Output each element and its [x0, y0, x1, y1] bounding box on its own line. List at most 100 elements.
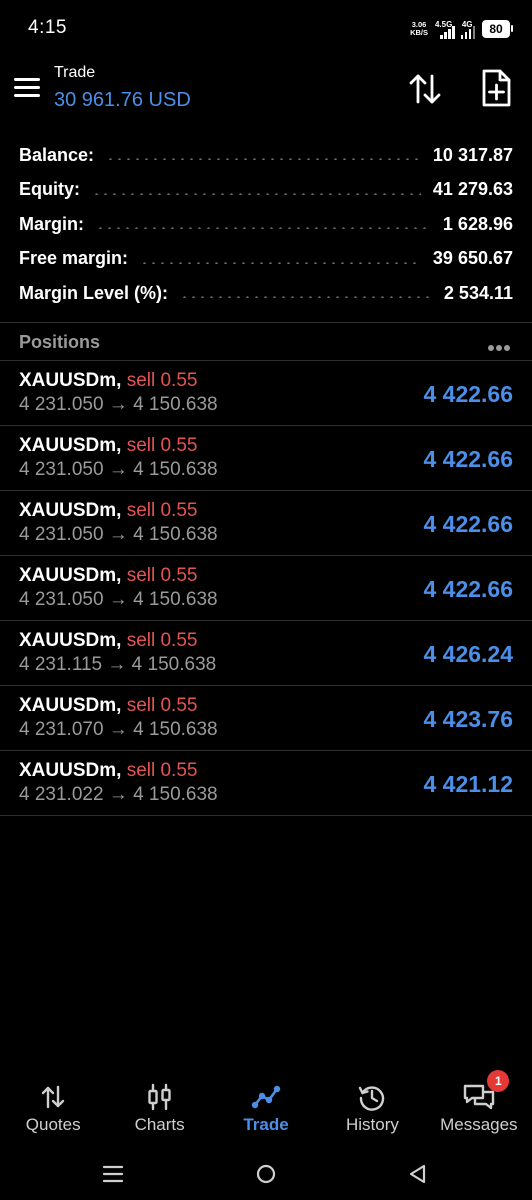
position-prices: 4 231.050 → 4 150.638: [19, 459, 218, 480]
trade-icon: [251, 1085, 281, 1109]
position-row[interactable]: XAUUSDm, sell 0.55 4 231.050 → 4 150.638…: [0, 556, 532, 621]
signal-bars-icon: [440, 25, 455, 39]
position-side: sell 0.55: [126, 500, 198, 521]
status-indicators: 3.06 KB/S 4.5G 4G 80: [410, 18, 513, 40]
position-symbol: XAUUSDm,: [19, 565, 122, 586]
network-speed: 3.06 KB/S: [410, 21, 428, 37]
position-profit: 4 423.76: [423, 706, 513, 732]
history-icon: [359, 1086, 385, 1111]
page-title: Trade: [54, 64, 96, 81]
nav-label: History: [345, 1115, 399, 1134]
leader-dots: [96, 227, 431, 230]
position-symbol: XAUUSDm,: [19, 630, 122, 651]
position-title: XAUUSDm, sell 0.55: [19, 565, 197, 587]
app-bar: Trade 30 961.76 USD: [0, 56, 532, 126]
signal-2: 4G: [460, 19, 475, 39]
sort-icon[interactable]: [406, 70, 444, 108]
positions-header: Positions: [0, 324, 532, 360]
system-nav-bar: [0, 1148, 532, 1200]
summary-label: Margin:: [19, 213, 84, 234]
summary-row-free-margin: Free margin: 39 650.67: [0, 242, 532, 277]
summary-label: Margin Level (%):: [19, 282, 169, 303]
position-prices: 4 231.050 → 4 150.638: [19, 394, 218, 415]
position-profit: 4 422.66: [423, 381, 513, 407]
menu-icon[interactable]: [14, 78, 40, 98]
position-row[interactable]: XAUUSDm, sell 0.55 4 231.050 → 4 150.638…: [0, 426, 532, 491]
position-row[interactable]: XAUUSDm, sell 0.55 4 231.050 → 4 150.638…: [0, 491, 532, 556]
position-row[interactable]: XAUUSDm, sell 0.55 4 231.115 → 4 150.638…: [0, 621, 532, 686]
position-prices: 4 231.050 → 4 150.638: [19, 589, 218, 610]
position-title: XAUUSDm, sell 0.55: [19, 760, 197, 782]
nav-label: Trade: [243, 1115, 289, 1134]
position-side: sell 0.55: [126, 565, 198, 586]
summary-row-margin: Margin: 1 628.96: [0, 207, 532, 242]
more-options-icon[interactable]: [488, 338, 512, 351]
position-prices: 4 231.050 → 4 150.638: [19, 524, 218, 545]
quotes-icon: [42, 1085, 65, 1109]
status-bar: 4:15 3.06 KB/S 4.5G 4G 80: [0, 0, 532, 56]
nav-quotes[interactable]: Quotes: [0, 1070, 106, 1144]
back-icon[interactable]: [405, 1162, 431, 1186]
summary-value: 2 534.11: [443, 282, 513, 303]
position-row[interactable]: XAUUSDm, sell 0.55 4 231.050 → 4 150.638…: [0, 361, 532, 426]
position-symbol: XAUUSDm,: [19, 695, 122, 716]
status-time: 4:15: [28, 17, 67, 38]
nav-messages[interactable]: 1 Messages: [426, 1070, 532, 1144]
home-icon[interactable]: [253, 1162, 279, 1186]
position-row[interactable]: XAUUSDm, sell 0.55 4 231.070 → 4 150.638…: [0, 686, 532, 751]
positions-list: XAUUSDm, sell 0.55 4 231.050 → 4 150.638…: [0, 361, 532, 816]
summary-value: 41 279.63: [432, 179, 513, 200]
nav-label: Messages: [440, 1115, 518, 1134]
account-summary: Balance: 10 317.87 Equity: 41 279.63 Mar…: [0, 138, 532, 311]
position-side: sell 0.55: [126, 435, 198, 456]
nav-history[interactable]: History: [319, 1070, 425, 1144]
bottom-nav: Quotes Charts Trade History 1 Messages: [0, 1070, 532, 1144]
position-title: XAUUSDm, sell 0.55: [19, 630, 197, 652]
summary-label: Equity:: [19, 179, 80, 200]
recent-apps-icon[interactable]: [100, 1162, 126, 1186]
nav-trade[interactable]: Trade: [213, 1070, 319, 1144]
summary-value: 39 650.67: [432, 248, 513, 269]
position-side: sell 0.55: [126, 370, 198, 391]
signal-bars-icon: [460, 25, 475, 39]
account-balance: 30 961.76 USD: [54, 89, 191, 111]
summary-value: 10 317.87: [432, 144, 513, 165]
nav-charts[interactable]: Charts: [106, 1070, 212, 1144]
positions-title: Positions: [19, 332, 101, 352]
battery-level: 80: [489, 22, 503, 36]
position-symbol: XAUUSDm,: [19, 370, 122, 391]
position-title: XAUUSDm, sell 0.55: [19, 695, 197, 717]
network-speed-unit: KB/S: [410, 28, 428, 37]
summary-row-balance: Balance: 10 317.87: [0, 138, 532, 173]
position-symbol: XAUUSDm,: [19, 435, 122, 456]
nav-label: Quotes: [25, 1115, 81, 1134]
position-profit: 4 422.66: [423, 446, 513, 472]
unread-badge: 1: [487, 1070, 510, 1092]
battery-icon: 80: [482, 20, 513, 38]
position-title: XAUUSDm, sell 0.55: [19, 500, 197, 522]
signal-1: 4.5G: [435, 19, 455, 39]
position-prices: 4 231.022 → 4 150.638: [19, 784, 218, 805]
position-profit: 4 422.66: [423, 511, 513, 537]
position-side: sell 0.55: [126, 760, 198, 781]
divider: [0, 322, 532, 323]
position-profit: 4 422.66: [423, 576, 513, 602]
summary-row-margin-level: Margin Level (%): 2 534.11: [0, 276, 532, 311]
position-side: sell 0.55: [126, 630, 198, 651]
position-symbol: XAUUSDm,: [19, 760, 122, 781]
leader-dots: [140, 261, 421, 264]
charts-icon: [147, 1083, 171, 1111]
position-prices: 4 231.115 → 4 150.638: [19, 654, 217, 675]
nav-label: Charts: [134, 1115, 185, 1134]
position-profit: 4 426.24: [423, 641, 513, 667]
position-side: sell 0.55: [126, 695, 198, 716]
leader-dots: [106, 158, 421, 161]
new-order-icon[interactable]: [478, 68, 514, 108]
position-symbol: XAUUSDm,: [19, 500, 122, 521]
position-title: XAUUSDm, sell 0.55: [19, 370, 197, 392]
summary-row-equity: Equity: 41 279.63: [0, 173, 532, 208]
position-title: XAUUSDm, sell 0.55: [19, 435, 197, 457]
summary-label: Free margin:: [19, 248, 129, 269]
leader-dots: [180, 296, 432, 299]
position-row[interactable]: XAUUSDm, sell 0.55 4 231.022 → 4 150.638…: [0, 751, 532, 816]
